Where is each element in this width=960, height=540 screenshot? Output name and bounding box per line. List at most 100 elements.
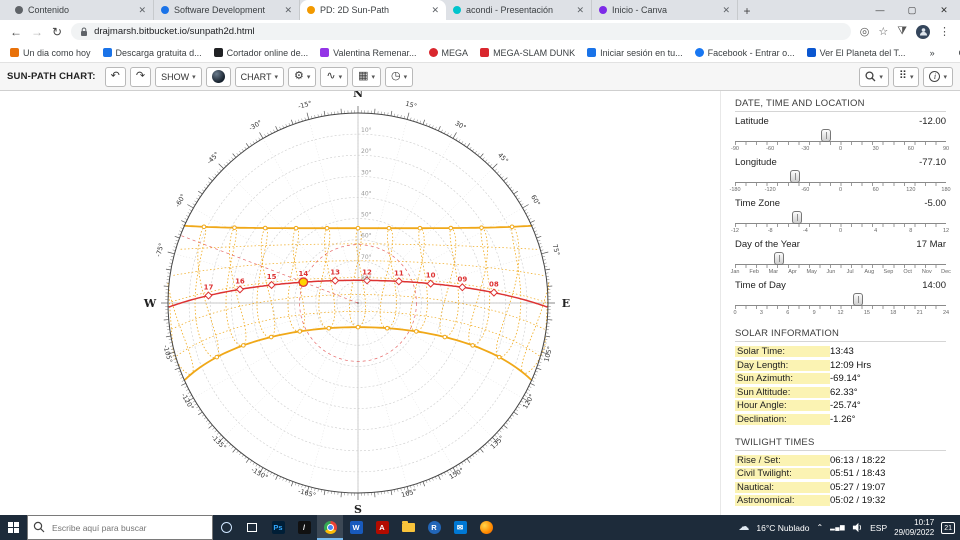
chart-dropdown-button[interactable]: CHART ▾ — [234, 66, 284, 87]
task-view-button[interactable] — [239, 515, 265, 540]
cortana-button[interactable] — [213, 515, 239, 540]
location-pin-icon[interactable]: ◎ — [860, 25, 870, 38]
slider-scale-label: -60 — [801, 187, 810, 193]
curve-icon: ∿ — [326, 70, 336, 82]
extensions-puzzle-icon[interactable]: ⧩ — [897, 25, 907, 38]
show-dropdown-button[interactable]: SHOW ▾ — [155, 66, 202, 87]
tab-software-development[interactable]: Software Development ✕ — [154, 0, 300, 20]
browser-menu-kebab-icon[interactable]: ⋮ — [939, 25, 950, 38]
notification-badge[interactable]: 21 — [941, 521, 955, 534]
bookmark-star-icon[interactable]: ☆ — [878, 25, 888, 38]
tab-close-icon[interactable]: ✕ — [722, 5, 730, 16]
latitude-slider[interactable]: -90 -60 -30 0 30 60 90 — [731, 128, 949, 152]
tab-close-icon[interactable]: ✕ — [138, 5, 146, 16]
rim-tick — [306, 112, 310, 120]
bookmark-item[interactable]: Ver El Planeta del T... — [806, 48, 906, 58]
language-indicator[interactable]: ESP — [870, 523, 887, 533]
word-icon: W — [349, 521, 363, 534]
gear-icon: ⚙ — [293, 70, 304, 82]
bookmark-item[interactable]: MEGA-SLAM DUNK — [480, 48, 575, 58]
undo-button[interactable]: ↶ — [104, 66, 126, 87]
new-tab-button[interactable]: + — [738, 2, 756, 20]
tab-contenido[interactable]: Contenido ✕ — [8, 0, 154, 20]
sun-path-chart[interactable]: 0809101112131415161715°30°45°60°75°105°1… — [0, 91, 720, 515]
window-minimize-button[interactable]: — — [864, 0, 896, 20]
bookmarks-overflow-chevron[interactable]: » — [930, 48, 935, 58]
photoshop-button[interactable]: Ps — [265, 515, 291, 540]
time-of-day-slider-handle[interactable] — [853, 293, 863, 306]
timezone-slider-handle[interactable] — [791, 211, 802, 224]
taskbar-search[interactable] — [27, 515, 213, 540]
bookmark-item[interactable]: Un dia como hoy — [10, 48, 91, 58]
mail-button[interactable]: ✉ — [447, 515, 473, 540]
clock-dropdown-button[interactable]: ◷ ▾ — [385, 66, 414, 87]
volume-icon[interactable] — [852, 522, 863, 533]
rstudio-button[interactable]: R — [421, 515, 447, 540]
back-icon[interactable]: ← — [10, 26, 22, 38]
time-of-day-slider[interactable]: 0 3 6 9 12 15 18 21 24 — [733, 292, 949, 316]
info-button[interactable]: i ▾ — [923, 66, 953, 87]
rim-tick — [245, 458, 250, 463]
rim-tick — [317, 488, 319, 492]
curve-style-dropdown-button[interactable]: ∿ ▾ — [320, 66, 349, 87]
timezone-label: Time Zone — [735, 198, 781, 209]
bookmark-item[interactable]: Cortador online de... — [213, 48, 308, 58]
timezone-slider[interactable]: -12 -8 -4 0 4 8 12 — [731, 210, 949, 234]
rim-azimuth-label: 15° — [404, 100, 417, 111]
start-button[interactable] — [0, 515, 27, 540]
rim-tick — [239, 452, 242, 456]
window-close-button[interactable]: ✕ — [928, 0, 960, 20]
rim-tick — [416, 119, 418, 123]
file-explorer-button[interactable] — [395, 515, 421, 540]
longitude-control: Longitude -77.10 -180 -120 -60 0 60 120 180 — [729, 157, 951, 193]
forward-icon[interactable]: → — [31, 26, 43, 38]
tab-close-icon[interactable]: ✕ — [576, 5, 584, 16]
sphere-view-button[interactable] — [205, 66, 231, 87]
bookmark-item[interactable]: Descarga gratuita d... — [102, 48, 202, 58]
acrobat-button[interactable]: A — [369, 515, 395, 540]
reload-icon[interactable]: ↻ — [52, 26, 62, 38]
hidden-icons-chevron[interactable]: ⌃ — [816, 523, 823, 532]
tab-close-icon[interactable]: ✕ — [431, 5, 439, 16]
bookmark-item[interactable]: Valentina Remenar... — [320, 48, 417, 58]
rim-tick — [174, 367, 180, 371]
section-title-solar-information: SOLAR INFORMATION — [735, 326, 946, 342]
tab-acondi-presentacion[interactable]: acondi - Presentación ✕ — [446, 0, 592, 20]
rim-tick — [201, 414, 205, 417]
current-time-marker[interactable] — [298, 277, 309, 288]
dark-app-button[interactable]: / — [291, 515, 317, 540]
tab-inicio-canva[interactable]: Inicio - Canva ✕ — [592, 0, 738, 20]
firefox-button[interactable] — [473, 515, 499, 540]
latitude-label: Latitude — [735, 116, 769, 127]
settings-dropdown-button[interactable]: ⚙ ▾ — [287, 66, 317, 87]
window-maximize-button[interactable]: ▢ — [896, 0, 928, 20]
day-of-year-slider-handle[interactable] — [773, 252, 784, 265]
longitude-slider[interactable]: -180 -120 -60 0 60 120 180 — [729, 169, 951, 193]
network-signal-icon[interactable]: ▂▄▆ — [830, 525, 845, 531]
profile-avatar[interactable] — [916, 24, 930, 39]
display-grid-button[interactable]: ⠿ ▾ — [892, 66, 920, 87]
url-omnibox[interactable]: drajmarsh.bitbucket.io/sunpath2d.html — [71, 23, 851, 40]
civil-twilight-value: 05:51 / 18:43 — [830, 468, 886, 479]
bookmark-item[interactable]: MEGA — [428, 48, 468, 58]
section-title-date-time-location: DATE, TIME AND LOCATION — [735, 96, 946, 112]
taskbar-clock[interactable]: 10:17 29/09/2022 — [894, 518, 934, 537]
redo-button[interactable]: ↷ — [129, 66, 152, 87]
latitude-slider-handle[interactable] — [821, 129, 832, 142]
word-button[interactable]: W — [343, 515, 369, 540]
tab-sun-path-active[interactable]: PD: 2D Sun-Path ✕ — [300, 0, 446, 20]
grid-radial-line — [357, 302, 408, 487]
day-of-year-slider[interactable]: Jan Feb Mar Apr May Jun Jul Aug Sep Oct Nov Dec — [731, 251, 951, 275]
search-input[interactable] — [27, 515, 213, 540]
longitude-slider-handle[interactable] — [790, 170, 801, 183]
weather-text[interactable]: 16°C Nublado — [756, 523, 809, 533]
table-dropdown-button[interactable]: ▦ ▾ — [352, 66, 382, 87]
zoom-tool-button[interactable]: ▾ — [859, 66, 889, 87]
tab-close-icon[interactable]: ✕ — [284, 5, 292, 16]
slider-scale-label: -120 — [764, 187, 776, 193]
bookmark-item[interactable]: Iniciar sesión en tu... — [587, 48, 683, 58]
rim-azimuth-label: -45° — [205, 150, 220, 165]
bookmark-item[interactable]: Facebook - Entrar o... — [694, 48, 795, 58]
slider-scale-label: 60 — [872, 187, 879, 193]
chrome-button[interactable] — [317, 515, 343, 540]
